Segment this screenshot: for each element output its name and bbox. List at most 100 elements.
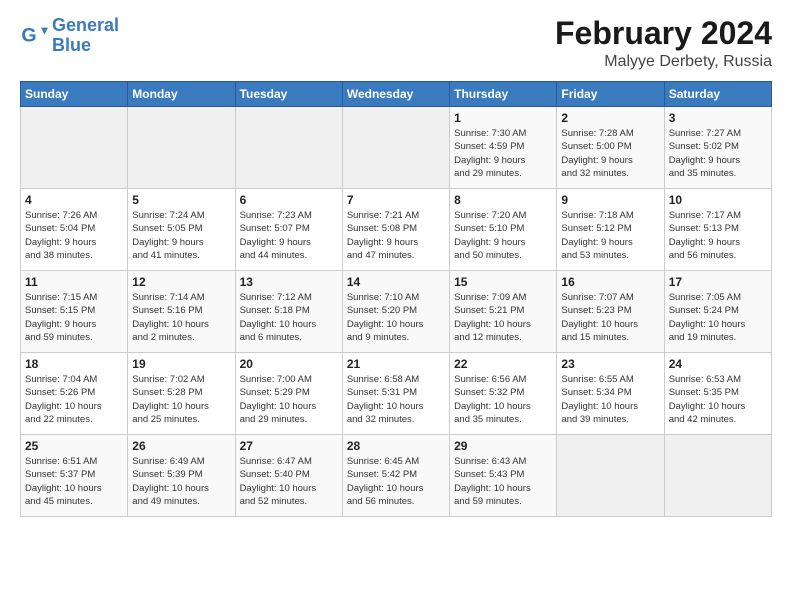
day-info: Sunrise: 7:02 AM Sunset: 5:28 PM Dayligh… [132, 373, 230, 426]
day-info: Sunrise: 7:04 AM Sunset: 5:26 PM Dayligh… [25, 373, 123, 426]
calendar-cell: 7 Sunrise: 7:21 AM Sunset: 5:08 PM Daylig… [342, 189, 449, 271]
calendar-week-row: 18 Sunrise: 7:04 AM Sunset: 5:26 PM Dayli… [21, 353, 772, 435]
calendar-cell: 26 Sunrise: 6:49 AM Sunset: 5:39 PM Dayli… [128, 435, 235, 517]
calendar-week-row: 4Sunrise: 7:26 AM Sunset: 5:04 PM Daylig… [21, 189, 772, 271]
calendar-header-row: SundayMondayTuesdayWednesdayThursdayFrid… [21, 82, 772, 107]
calendar-cell [235, 107, 342, 189]
day-info: Sunrise: 7:23 AM Sunset: 5:07 PM Dayligh… [240, 209, 338, 262]
calendar-cell: 25 Sunrise: 6:51 AM Sunset: 5:37 PM Dayli… [21, 435, 128, 517]
calendar-day-header: Sunday [21, 82, 128, 107]
calendar-day-header: Tuesday [235, 82, 342, 107]
month-title: February 2024 [555, 16, 772, 51]
day-number: 29 [454, 439, 552, 453]
day-info: Sunrise: 6:51 AM Sunset: 5:37 PM Dayligh… [25, 455, 123, 508]
day-number: 15 [454, 275, 552, 289]
day-number: 25 [25, 439, 123, 453]
day-info: Sunrise: 7:30 AM Sunset: 4:59 PM Dayligh… [454, 127, 552, 180]
day-number: 23 [561, 357, 659, 371]
day-number: 22 [454, 357, 552, 371]
calendar-day-header: Wednesday [342, 82, 449, 107]
calendar-day-header: Thursday [450, 82, 557, 107]
day-info: Sunrise: 7:27 AM Sunset: 5:02 PM Dayligh… [669, 127, 767, 180]
calendar-cell: 10 Sunrise: 7:17 AM Sunset: 5:13 PM Dayli… [664, 189, 771, 271]
day-number: 12 [132, 275, 230, 289]
day-info: Sunrise: 7:14 AM Sunset: 5:16 PM Dayligh… [132, 291, 230, 344]
day-info: Sunrise: 7:05 AM Sunset: 5:24 PM Dayligh… [669, 291, 767, 344]
day-info: Sunrise: 6:58 AM Sunset: 5:31 PM Dayligh… [347, 373, 445, 426]
calendar-cell: 21Sunrise: 6:58 AM Sunset: 5:31 PM Dayli… [342, 353, 449, 435]
calendar-cell: 15 Sunrise: 7:09 AM Sunset: 5:21 PM Dayli… [450, 271, 557, 353]
calendar-cell [342, 107, 449, 189]
calendar: SundayMondayTuesdayWednesdayThursdayFrid… [20, 81, 772, 517]
calendar-cell: 29 Sunrise: 6:43 AM Sunset: 5:43 PM Dayli… [450, 435, 557, 517]
header: G General Blue February 2024 Malyye Derb… [20, 16, 772, 71]
logo-icon: G [20, 22, 48, 50]
calendar-cell: 27Sunrise: 6:47 AM Sunset: 5:40 PM Dayli… [235, 435, 342, 517]
day-info: Sunrise: 6:43 AM Sunset: 5:43 PM Dayligh… [454, 455, 552, 508]
calendar-cell: 16Sunrise: 7:07 AM Sunset: 5:23 PM Dayli… [557, 271, 664, 353]
day-number: 1 [454, 111, 552, 125]
calendar-cell: 14 Sunrise: 7:10 AM Sunset: 5:20 PM Dayli… [342, 271, 449, 353]
day-info: Sunrise: 7:26 AM Sunset: 5:04 PM Dayligh… [25, 209, 123, 262]
day-info: Sunrise: 6:49 AM Sunset: 5:39 PM Dayligh… [132, 455, 230, 508]
day-number: 28 [347, 439, 445, 453]
calendar-cell: 6 Sunrise: 7:23 AM Sunset: 5:07 PM Daylig… [235, 189, 342, 271]
day-number: 5 [132, 193, 230, 207]
calendar-cell: 4Sunrise: 7:26 AM Sunset: 5:04 PM Daylig… [21, 189, 128, 271]
day-number: 16 [561, 275, 659, 289]
calendar-cell: 2 Sunrise: 7:28 AM Sunset: 5:00 PM Daylig… [557, 107, 664, 189]
day-info: Sunrise: 7:21 AM Sunset: 5:08 PM Dayligh… [347, 209, 445, 262]
day-info: Sunrise: 6:56 AM Sunset: 5:32 PM Dayligh… [454, 373, 552, 426]
day-number: 9 [561, 193, 659, 207]
calendar-cell: 23 Sunrise: 6:55 AM Sunset: 5:34 PM Dayli… [557, 353, 664, 435]
calendar-cell: 12 Sunrise: 7:14 AM Sunset: 5:16 PM Dayli… [128, 271, 235, 353]
day-info: Sunrise: 7:24 AM Sunset: 5:05 PM Dayligh… [132, 209, 230, 262]
calendar-cell: 17 Sunrise: 7:05 AM Sunset: 5:24 PM Dayli… [664, 271, 771, 353]
calendar-cell [664, 435, 771, 517]
day-info: Sunrise: 7:20 AM Sunset: 5:10 PM Dayligh… [454, 209, 552, 262]
logo: G General Blue [20, 16, 119, 56]
calendar-cell [128, 107, 235, 189]
day-number: 11 [25, 275, 123, 289]
logo-blue: Blue [52, 35, 91, 55]
day-info: Sunrise: 7:09 AM Sunset: 5:21 PM Dayligh… [454, 291, 552, 344]
logo-general: General [52, 15, 119, 35]
calendar-day-header: Friday [557, 82, 664, 107]
day-number: 26 [132, 439, 230, 453]
calendar-cell: 13 Sunrise: 7:12 AM Sunset: 5:18 PM Dayli… [235, 271, 342, 353]
calendar-day-header: Monday [128, 82, 235, 107]
day-number: 17 [669, 275, 767, 289]
day-number: 10 [669, 193, 767, 207]
day-info: Sunrise: 7:10 AM Sunset: 5:20 PM Dayligh… [347, 291, 445, 344]
location-title: Malyye Derbety, Russia [555, 53, 772, 71]
day-info: Sunrise: 6:47 AM Sunset: 5:40 PM Dayligh… [240, 455, 338, 508]
day-number: 14 [347, 275, 445, 289]
day-info: Sunrise: 6:55 AM Sunset: 5:34 PM Dayligh… [561, 373, 659, 426]
day-number: 6 [240, 193, 338, 207]
calendar-cell [21, 107, 128, 189]
day-number: 3 [669, 111, 767, 125]
day-number: 2 [561, 111, 659, 125]
day-number: 19 [132, 357, 230, 371]
day-info: Sunrise: 7:28 AM Sunset: 5:00 PM Dayligh… [561, 127, 659, 180]
day-number: 13 [240, 275, 338, 289]
day-info: Sunrise: 7:00 AM Sunset: 5:29 PM Dayligh… [240, 373, 338, 426]
calendar-cell: 22 Sunrise: 6:56 AM Sunset: 5:32 PM Dayli… [450, 353, 557, 435]
title-block: February 2024 Malyye Derbety, Russia [555, 16, 772, 71]
calendar-cell: 9Sunrise: 7:18 AM Sunset: 5:12 PM Daylig… [557, 189, 664, 271]
calendar-cell: 20Sunrise: 7:00 AM Sunset: 5:29 PM Dayli… [235, 353, 342, 435]
day-info: Sunrise: 7:17 AM Sunset: 5:13 PM Dayligh… [669, 209, 767, 262]
logo-text: General Blue [52, 16, 119, 56]
page: G General Blue February 2024 Malyye Derb… [0, 0, 792, 612]
day-number: 7 [347, 193, 445, 207]
day-number: 8 [454, 193, 552, 207]
calendar-cell: 11Sunrise: 7:15 AM Sunset: 5:15 PM Dayli… [21, 271, 128, 353]
calendar-week-row: 11Sunrise: 7:15 AM Sunset: 5:15 PM Dayli… [21, 271, 772, 353]
day-info: Sunrise: 7:12 AM Sunset: 5:18 PM Dayligh… [240, 291, 338, 344]
calendar-cell: 8 Sunrise: 7:20 AM Sunset: 5:10 PM Daylig… [450, 189, 557, 271]
calendar-cell: 28Sunrise: 6:45 AM Sunset: 5:42 PM Dayli… [342, 435, 449, 517]
calendar-cell: 5 Sunrise: 7:24 AM Sunset: 5:05 PM Daylig… [128, 189, 235, 271]
calendar-cell: 3 Sunrise: 7:27 AM Sunset: 5:02 PM Daylig… [664, 107, 771, 189]
day-number: 18 [25, 357, 123, 371]
day-info: Sunrise: 6:53 AM Sunset: 5:35 PM Dayligh… [669, 373, 767, 426]
